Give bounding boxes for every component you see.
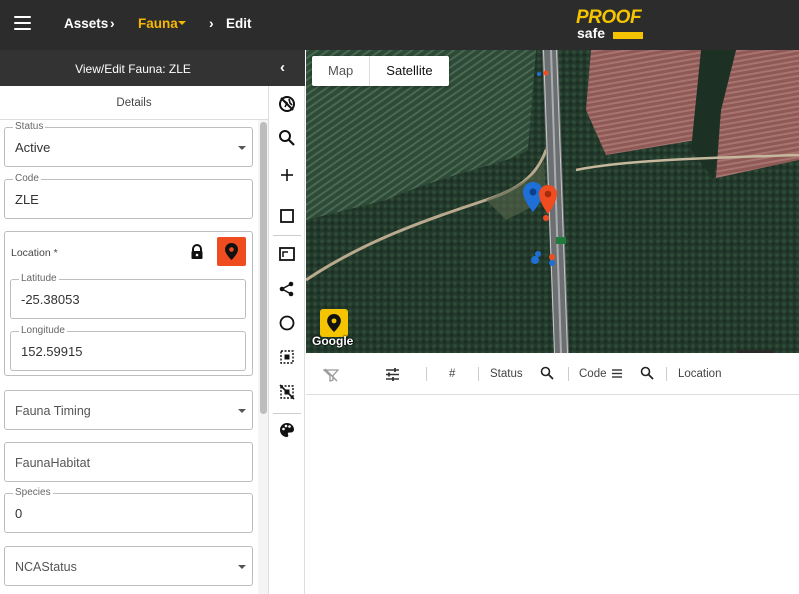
fauna-timing-placeholder: Fauna Timing: [15, 404, 91, 418]
header-divider: [568, 367, 569, 381]
map-imagery: 1ActiveZJFLatitude: -25.0022ActiveZJGLat…: [306, 50, 799, 353]
set-location-pin-button[interactable]: [217, 237, 246, 266]
tool-divider: [273, 413, 301, 414]
species-field[interactable]: Species 0: [4, 487, 253, 533]
breadcrumb-assets[interactable]: Assets: [64, 16, 108, 31]
search-icon[interactable]: [640, 366, 654, 380]
draw-polyline-icon[interactable]: [277, 279, 297, 299]
deselect-area-icon[interactable]: [277, 382, 297, 402]
nca-status-placeholder: NCAStatus: [15, 560, 77, 574]
caret-down-icon: [238, 409, 246, 413]
latitude-value: -25.38053: [21, 292, 80, 307]
panel-header: View/Edit Fauna: ZLE ‹: [0, 50, 305, 86]
map-pin-icon: [225, 243, 238, 260]
code-field[interactable]: Code ZLE: [4, 173, 253, 219]
header-divider: [478, 367, 479, 381]
tool-divider: [273, 235, 301, 236]
status-label: Status: [13, 121, 46, 132]
form-scrollbar-thumb[interactable]: [260, 122, 267, 414]
status-select[interactable]: Status Active: [4, 121, 253, 167]
search-icon[interactable]: [277, 128, 297, 148]
satellite-map[interactable]: 1ActiveZJFLatitude: -25.0022ActiveZJGLat…: [306, 50, 799, 353]
fauna-habitat-field[interactable]: FaunaHabitat: [4, 442, 253, 482]
proofsafe-logo: PROOF safe: [576, 7, 644, 42]
longitude-label: Longitude: [19, 325, 67, 336]
location-group: Location * Latitude -25.38053 Longitude …: [4, 231, 253, 376]
nca-status-select[interactable]: NCAStatus: [4, 546, 253, 586]
code-label: Code: [13, 173, 41, 184]
map-type-map-button[interactable]: Map: [312, 56, 369, 86]
collapse-panel-chevron-icon[interactable]: ‹: [280, 59, 285, 76]
map-location-button[interactable]: [320, 309, 348, 337]
header-divider: [666, 367, 667, 381]
add-icon[interactable]: [277, 165, 297, 185]
breadcrumb-edit: Edit: [226, 16, 252, 31]
species-value: 0: [15, 506, 23, 521]
panel-title: View/Edit Fauna: ZLE: [75, 62, 191, 76]
hamburger-menu-icon[interactable]: [14, 16, 31, 30]
fauna-habitat-placeholder: FaunaHabitat: [15, 456, 91, 470]
chevron-right-icon: ›: [209, 15, 214, 31]
caret-down-icon: [238, 146, 246, 150]
lock-icon[interactable]: [190, 244, 204, 260]
chevron-right-icon: ›: [110, 15, 115, 31]
filter-off-icon[interactable]: [323, 368, 339, 382]
map-type-toggle: Map Satellite: [312, 56, 449, 86]
fauna-table: # Status Code Location: [306, 355, 799, 594]
code-value: ZLE: [15, 192, 39, 207]
google-attribution: Google: [312, 334, 354, 348]
sort-icon[interactable]: [612, 369, 622, 378]
table-header: # Status Code Location: [306, 355, 799, 395]
top-bar: Assets › Fauna › Edit PROOF safe: [0, 0, 799, 50]
species-label: Species: [13, 487, 53, 498]
globe-off-icon[interactable]: [277, 94, 297, 114]
latitude-field[interactable]: Latitude -25.38053: [10, 273, 246, 319]
header-code[interactable]: Code: [579, 368, 607, 380]
map-pin-icon: [327, 314, 341, 332]
map-type-satellite-button[interactable]: Satellite: [369, 56, 448, 86]
latitude-label: Latitude: [19, 273, 59, 284]
longitude-value: 152.59915: [21, 344, 83, 359]
header-status[interactable]: Status: [490, 368, 523, 380]
draw-circle-icon[interactable]: [277, 313, 297, 333]
tab-details[interactable]: Details: [0, 86, 268, 120]
draw-rectangle-icon[interactable]: [277, 206, 297, 226]
header-number: #: [449, 368, 456, 380]
caret-down-icon[interactable]: [178, 21, 186, 25]
status-value: Active: [15, 140, 51, 155]
breadcrumb-fauna[interactable]: Fauna: [138, 16, 178, 31]
caret-down-icon: [238, 565, 246, 569]
select-area-icon[interactable]: [277, 347, 297, 367]
location-label: Location *: [11, 247, 58, 259]
longitude-field[interactable]: Longitude 152.59915: [10, 325, 246, 371]
map-tool-column: [268, 86, 305, 594]
search-icon[interactable]: [540, 366, 554, 380]
fauna-timing-select[interactable]: Fauna Timing: [4, 390, 253, 430]
column-settings-icon[interactable]: [385, 367, 400, 382]
logo-bar: [613, 32, 643, 39]
logo-text-safe: safe: [577, 25, 606, 41]
map-resize-handle[interactable]: [737, 350, 773, 353]
header-divider: [426, 367, 427, 381]
draw-region-icon[interactable]: [277, 244, 297, 264]
header-location[interactable]: Location: [678, 368, 721, 380]
palette-icon[interactable]: [277, 420, 297, 440]
